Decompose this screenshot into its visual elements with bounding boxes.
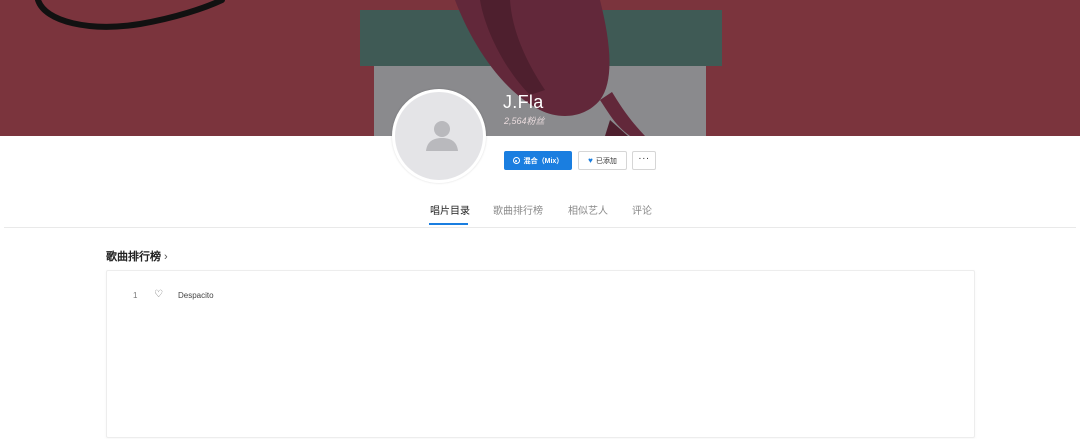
ellipsis-icon: ··· [638,153,650,164]
radio-icon [512,157,520,164]
tabs-divider [4,227,1076,228]
added-button[interactable]: ♥ 已添加 [578,151,627,170]
added-button-label: 已添加 [595,157,617,165]
heart-filled-icon: ♥ [588,156,593,165]
top-songs-heading[interactable]: 歌曲排行榜 › [106,248,168,264]
tab-similar-artists[interactable]: 相似艺人 [568,202,608,217]
active-tab-indicator [429,223,468,225]
tab-discography[interactable]: 唱片目录 [430,202,470,217]
song-title[interactable]: Despacito [178,291,214,300]
song-rank: 1 [133,291,138,300]
heart-outline-icon[interactable]: ♡ [154,289,163,300]
artist-avatar[interactable] [392,89,486,183]
song-row[interactable]: 1 ♡ Despacito [107,287,974,305]
artist-name: J.Fla [503,92,544,112]
more-options-button[interactable]: ··· [632,151,656,170]
top-songs-heading-label: 歌曲排行榜 [106,251,161,263]
tab-comments[interactable]: 评论 [632,202,652,217]
mix-button[interactable]: 混合（Mix） [504,151,572,170]
artist-tabs: 唱片目录 歌曲排行榜 相似艺人 评论 [0,198,1080,226]
person-placeholder-icon [426,121,458,151]
artist-fan-count: 2,564粉丝 [504,116,545,126]
top-songs-list: 1 ♡ Despacito [106,270,975,438]
mix-button-label: 混合（Mix） [523,157,564,165]
tab-top-songs[interactable]: 歌曲排行榜 [493,202,543,217]
chevron-right-icon: › [164,251,168,263]
